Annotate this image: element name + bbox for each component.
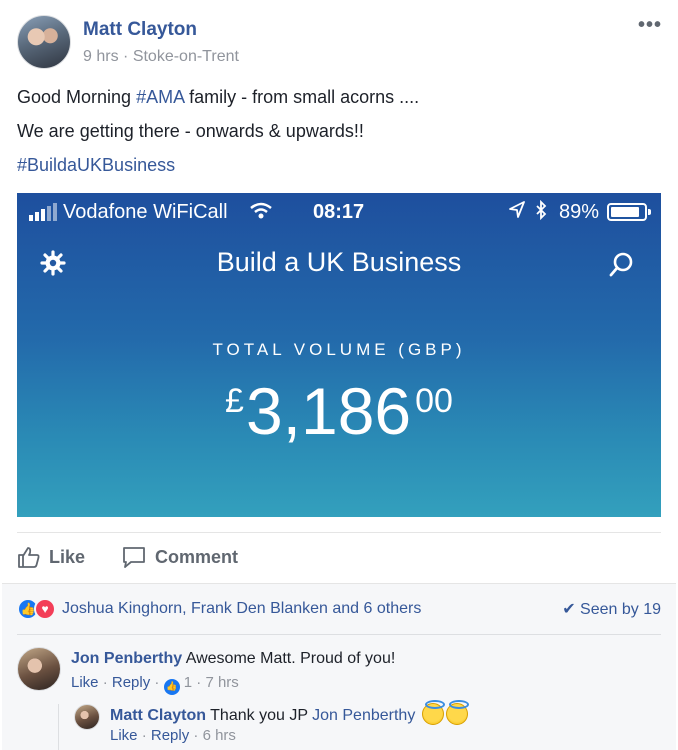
post-time[interactable]: 9 hrs bbox=[83, 48, 119, 65]
total-volume-amount: £3,186 00 bbox=[17, 373, 661, 449]
battery-icon bbox=[607, 203, 651, 221]
seen-by[interactable]: ✔ Seen by 19 bbox=[562, 599, 661, 619]
status-time: 08:17 bbox=[313, 201, 365, 223]
comment-icon bbox=[123, 547, 145, 568]
post-image[interactable]: Vodafone WiFiCall 08:17 89% Build a UK B… bbox=[17, 193, 661, 517]
halo-emoji-icon bbox=[445, 700, 469, 725]
commenter-avatar[interactable] bbox=[17, 647, 61, 691]
post-line-1: Good Morning #AMA family - from small ac… bbox=[17, 87, 419, 108]
reply-author-avatar[interactable] bbox=[74, 704, 100, 730]
reactions-summary[interactable]: 👍 ♥ Joshua Kinghorn, Frank Den Blanken a… bbox=[17, 598, 421, 620]
reaction-names[interactable]: Joshua Kinghorn, Frank Den Blanken and 6… bbox=[62, 600, 421, 618]
post-text-segment: Good Morning bbox=[17, 87, 137, 107]
post-meta: 9 hrs · Stoke-on-Trent bbox=[83, 48, 239, 66]
comment-like-count[interactable]: 1 bbox=[184, 674, 192, 691]
currency-symbol: £ bbox=[225, 382, 244, 420]
carrier-label: Vodafone WiFiCall bbox=[63, 201, 228, 223]
seen-by-label: Seen by 19 bbox=[580, 601, 661, 618]
reply-mention[interactable]: Jon Penberthy bbox=[312, 707, 415, 724]
signal-icon bbox=[29, 203, 57, 221]
love-reaction-icon: ♥ bbox=[34, 598, 56, 620]
search-icon bbox=[609, 251, 635, 277]
meta-separator: · bbox=[123, 48, 129, 65]
amount-integer: 3,186 bbox=[245, 374, 412, 448]
comment-text: Awesome Matt. Proud of you! bbox=[182, 650, 396, 667]
like-label: Like bbox=[49, 546, 86, 567]
comment-reply-link[interactable]: Reply bbox=[112, 674, 150, 691]
comment-like-link[interactable]: Like bbox=[71, 674, 99, 691]
reply-time[interactable]: 6 hrs bbox=[203, 727, 236, 744]
author-avatar[interactable] bbox=[17, 15, 71, 69]
location-arrow-icon bbox=[509, 201, 525, 224]
divider bbox=[17, 634, 661, 635]
wifi-icon bbox=[249, 201, 273, 226]
halo-emoji-icon bbox=[421, 700, 445, 725]
battery-percent: 89% bbox=[559, 201, 600, 223]
app-title: Build a UK Business bbox=[216, 247, 462, 277]
post-location[interactable]: Stoke-on-Trent bbox=[133, 48, 239, 65]
reply-reply-link[interactable]: Reply bbox=[151, 727, 189, 744]
hashtag-ama[interactable]: #AMA bbox=[136, 87, 184, 107]
hashtag-builda-uk-business[interactable]: #BuildaUKBusiness bbox=[17, 155, 175, 176]
reply-actions: Like · Reply · 6 hrs bbox=[110, 727, 236, 744]
like-count-icon: 👍 bbox=[163, 678, 180, 695]
more-options-icon[interactable]: ••• bbox=[638, 14, 662, 37]
bluetooth-icon bbox=[535, 199, 547, 225]
reply-author[interactable]: Matt Clayton bbox=[110, 707, 206, 724]
divider bbox=[17, 532, 661, 533]
total-volume-label: TOTAL VOLUME (GBP) bbox=[212, 340, 466, 359]
comment-label: Comment bbox=[155, 546, 239, 567]
phone-status-bar: Vodafone WiFiCall 08:17 89% bbox=[17, 193, 661, 229]
comment-actions: Like · Reply · 👍 1 · 7 hrs bbox=[71, 674, 239, 695]
reply-thread-line bbox=[58, 704, 59, 750]
amount-decimals: 00 bbox=[415, 382, 453, 420]
check-icon: ✔ bbox=[562, 601, 576, 618]
like-button[interactable]: Like bbox=[17, 545, 85, 569]
reply-like-link[interactable]: Like bbox=[110, 727, 138, 744]
post-line-2: We are getting there - onwards & upwards… bbox=[17, 121, 364, 141]
comment-body: Jon Penberthy Awesome Matt. Proud of you… bbox=[71, 650, 395, 668]
thumbs-up-icon bbox=[18, 547, 40, 568]
reply-text: Thank you JP bbox=[206, 707, 313, 724]
comment-time[interactable]: 7 hrs bbox=[205, 674, 238, 691]
comment-button[interactable]: Comment bbox=[121, 545, 238, 569]
post-author-name[interactable]: Matt Clayton bbox=[83, 19, 197, 41]
post-text-segment: family - from small acorns .... bbox=[184, 87, 420, 107]
comment-author[interactable]: Jon Penberthy bbox=[71, 650, 182, 667]
reply-body: Matt Clayton Thank you JP Jon Penberthy bbox=[110, 700, 469, 725]
